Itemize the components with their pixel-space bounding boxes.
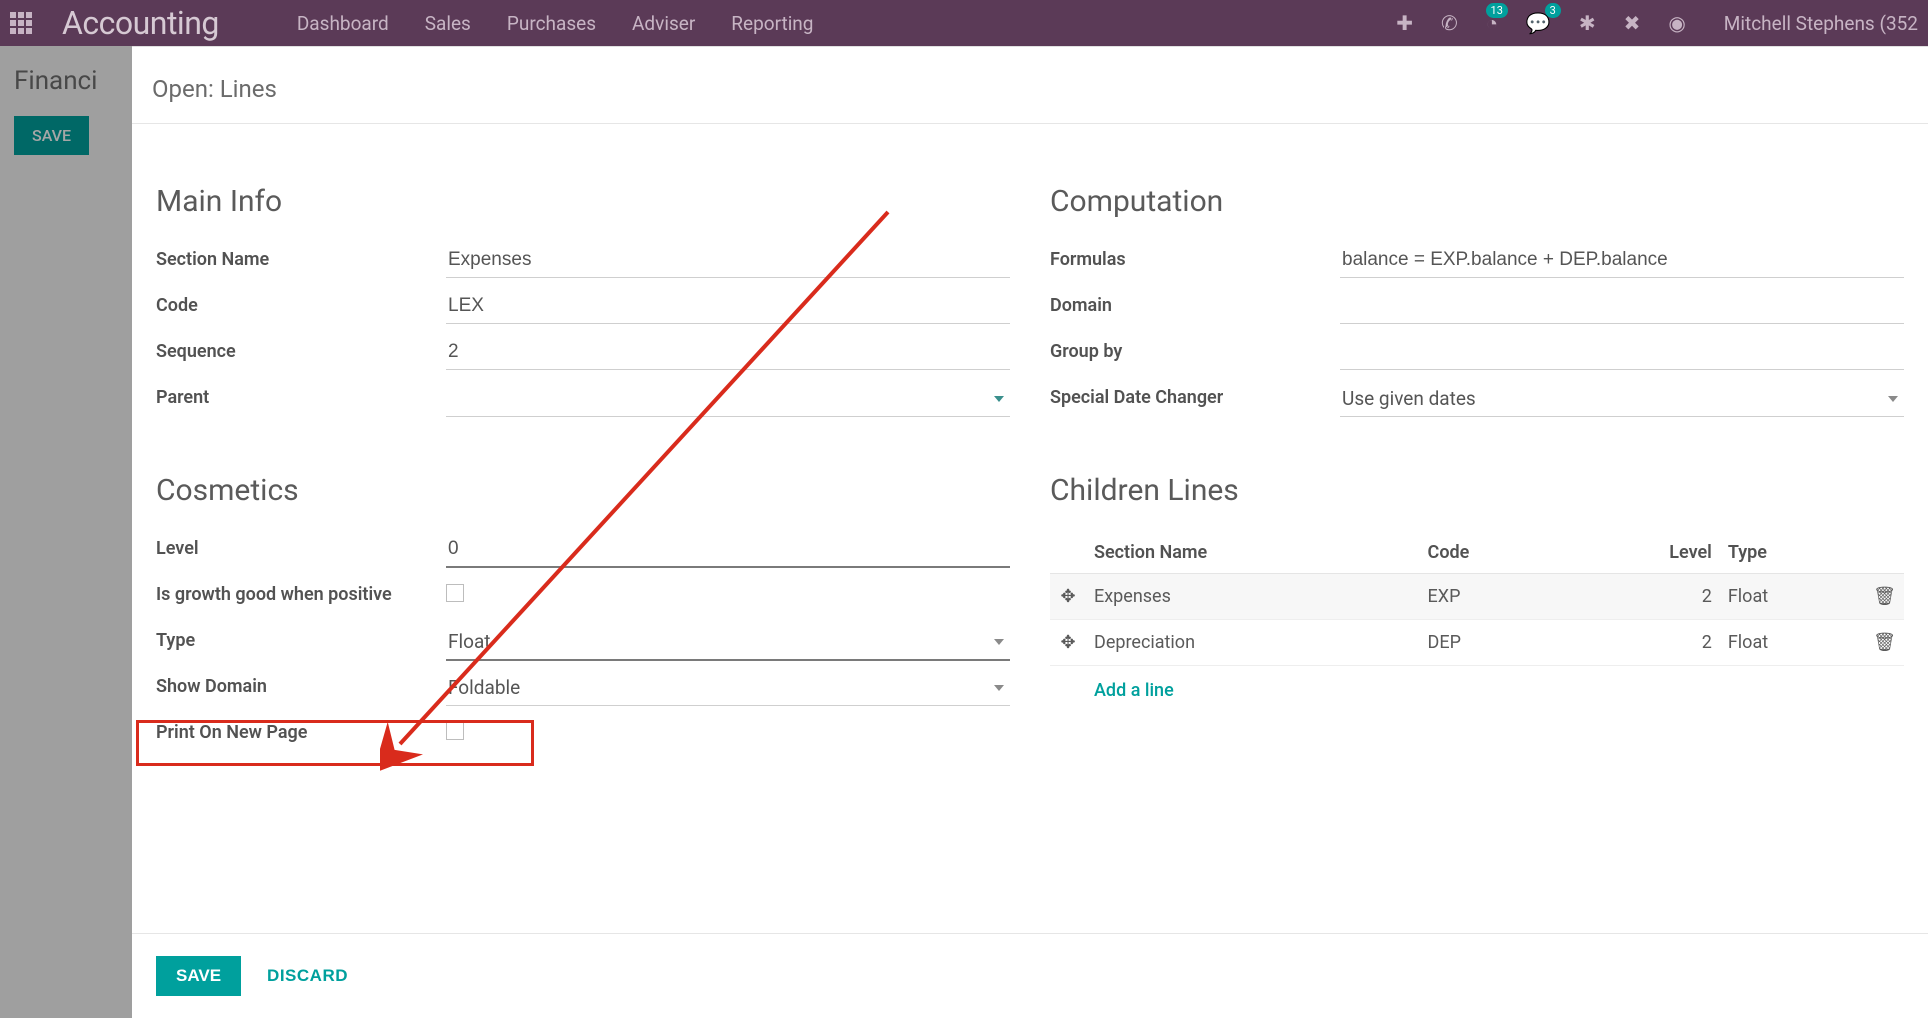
topbar: Accounting Dashboard Sales Purchases Adv… xyxy=(0,0,1928,46)
table-row[interactable]: ✥ Depreciation DEP 2 Float 🗑 xyxy=(1050,620,1904,666)
col-code: Code xyxy=(1420,532,1569,574)
tools-icon[interactable]: ✖ xyxy=(1624,11,1641,35)
trash-icon[interactable]: 🗑 xyxy=(1865,574,1904,620)
left-column: Main Info Section Name Code Sequence Par… xyxy=(156,184,1010,762)
avatar-icon: ◉ xyxy=(1668,11,1685,35)
children-table: Section Name Code Level Type ✥ Expenses … xyxy=(1050,532,1904,666)
sequence-input[interactable] xyxy=(446,335,1010,370)
formulas-input[interactable] xyxy=(1340,243,1904,278)
chevron-down-icon xyxy=(994,685,1004,691)
col-section-name: Section Name xyxy=(1086,532,1420,574)
type-select[interactable]: Float xyxy=(446,624,1010,661)
user-name[interactable]: Mitchell Stephens (352 xyxy=(1724,12,1918,35)
children-lines-header: Children Lines xyxy=(1050,473,1904,508)
activities-badge: 13 xyxy=(1486,3,1508,18)
plus-icon[interactable]: ✚ xyxy=(1396,11,1413,35)
drag-handle-icon[interactable]: ✥ xyxy=(1050,574,1086,620)
level-input[interactable] xyxy=(446,532,1010,568)
col-level: Level xyxy=(1569,532,1720,574)
activities-icon[interactable]: ◔13 xyxy=(1486,11,1498,36)
group-by-input[interactable] xyxy=(1340,335,1904,370)
chevron-down-icon xyxy=(994,639,1004,645)
chevron-down-icon xyxy=(1888,396,1898,402)
right-column: Computation Formulas Domain Group by Spe… xyxy=(1050,184,1904,762)
type-label: Type xyxy=(156,624,446,651)
drag-handle-icon[interactable]: ✥ xyxy=(1050,620,1086,666)
chat-icon[interactable]: 💬3 xyxy=(1526,11,1551,35)
code-input[interactable] xyxy=(446,289,1010,324)
code-label: Code xyxy=(156,289,446,316)
modal-dialog: Open: Lines Main Info Section Name Code … xyxy=(132,46,1928,1018)
sequence-label: Sequence xyxy=(156,335,446,362)
discard-button[interactable]: DISCARD xyxy=(267,966,348,986)
nav-reporting[interactable]: Reporting xyxy=(731,12,813,35)
save-button[interactable]: SAVE xyxy=(156,956,241,996)
nav-purchases[interactable]: Purchases xyxy=(507,12,596,35)
domain-input[interactable] xyxy=(1340,289,1904,324)
domain-label: Domain xyxy=(1050,289,1340,316)
phone-icon[interactable]: ✆ xyxy=(1441,11,1458,35)
print-on-new-page-label: Print On New Page xyxy=(156,716,446,743)
special-date-select[interactable]: Use given dates xyxy=(1340,381,1904,417)
parent-select[interactable] xyxy=(446,381,1010,417)
computation-header: Computation xyxy=(1050,184,1904,219)
formulas-label: Formulas xyxy=(1050,243,1340,270)
show-domain-label: Show Domain xyxy=(156,670,446,697)
cosmetics-header: Cosmetics xyxy=(156,473,1010,508)
parent-label: Parent xyxy=(156,381,446,408)
section-name-input[interactable] xyxy=(446,243,1010,278)
show-domain-select[interactable]: Foldable xyxy=(446,670,1010,706)
level-label: Level xyxy=(156,532,446,559)
is-growth-checkbox[interactable] xyxy=(446,584,464,602)
print-on-new-page-checkbox[interactable] xyxy=(446,722,464,740)
nav-dashboard[interactable]: Dashboard xyxy=(297,12,389,35)
modal-footer: SAVE DISCARD xyxy=(132,933,1928,1018)
main-info-header: Main Info xyxy=(156,184,1010,219)
chat-badge: 3 xyxy=(1545,3,1561,18)
is-growth-label: Is growth good when positive xyxy=(156,578,446,605)
apps-icon[interactable] xyxy=(10,12,32,34)
nav-sales[interactable]: Sales xyxy=(425,12,471,35)
chevron-down-icon xyxy=(994,396,1004,402)
special-date-label: Special Date Changer xyxy=(1050,381,1340,408)
section-name-label: Section Name xyxy=(156,243,446,270)
modal-title: Open: Lines xyxy=(132,47,1928,123)
nav-adviser[interactable]: Adviser xyxy=(632,12,695,35)
trash-icon[interactable]: 🗑 xyxy=(1865,620,1904,666)
group-by-label: Group by xyxy=(1050,335,1340,362)
add-a-line-link[interactable]: Add a line xyxy=(1050,666,1904,715)
app-brand[interactable]: Accounting xyxy=(62,4,219,42)
col-type: Type xyxy=(1720,532,1865,574)
bug-icon[interactable]: ✱ xyxy=(1579,11,1596,35)
table-row[interactable]: ✥ Expenses EXP 2 Float 🗑 xyxy=(1050,574,1904,620)
